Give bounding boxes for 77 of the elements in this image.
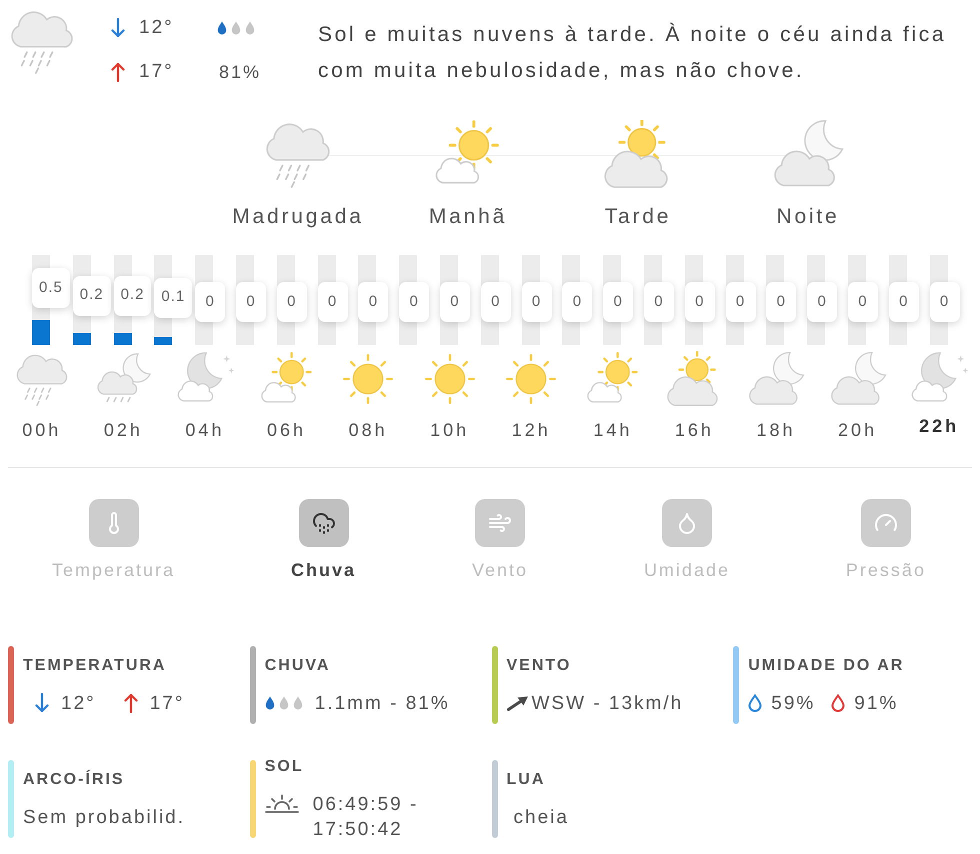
value-tooltip: 0 xyxy=(276,282,307,322)
max-humidity: 91% xyxy=(854,692,898,716)
tab[interactable]: Temperatura xyxy=(52,499,176,582)
moon-phase: cheia xyxy=(512,806,569,830)
value-tooltip: 0 xyxy=(930,282,960,322)
forecast-description: Sol e muitas nuvens à tarde. À noite o céu ainda fica com muita nebulosidade, mas não chove. xyxy=(318,22,948,84)
value-tooltip: 0.5 xyxy=(32,268,70,308)
value-tooltip: 0 xyxy=(195,282,226,322)
hour-label: 00h xyxy=(22,419,62,441)
detail-title: SOL xyxy=(264,757,305,777)
hour-label: 02h xyxy=(104,419,143,441)
detail-title: VENTO xyxy=(506,656,572,676)
value-tooltip: 0 xyxy=(480,282,511,322)
value-tooltip: 0 xyxy=(726,282,756,322)
value-tooltip: 0 xyxy=(358,282,388,322)
arrow-down-icon xyxy=(35,693,49,713)
value-tooltip: 0.2 xyxy=(72,276,111,316)
value-tooltip: 0 xyxy=(644,282,674,322)
min-temperature: 12° xyxy=(139,16,174,40)
arrow-up-icon xyxy=(124,693,138,713)
gauge-icon xyxy=(860,499,911,547)
tab[interactable]: Pressão xyxy=(846,499,926,582)
value-tooltip: 0 xyxy=(684,282,715,322)
tab[interactable]: Chuva xyxy=(291,499,356,582)
value-tooltip: 0 xyxy=(766,282,796,322)
hour-label: 16h xyxy=(674,419,714,441)
period-label: Manhã xyxy=(428,204,508,230)
value-tooltip: 0.2 xyxy=(114,276,152,316)
min-humidity: 59% xyxy=(771,692,816,716)
value-tooltip: 0 xyxy=(848,282,878,322)
value-tooltip: 0 xyxy=(522,282,552,322)
detail-title: CHUVA xyxy=(264,656,332,676)
detail-title: TEMPERATURA xyxy=(23,656,168,676)
period-label: Madrugada xyxy=(232,204,364,230)
value-tooltip: 0 xyxy=(399,282,430,322)
tab[interactable]: Umidade xyxy=(644,499,730,582)
thermometer-icon xyxy=(88,499,139,547)
arrow-up-icon xyxy=(111,62,125,82)
hour-label: 12h xyxy=(512,419,551,441)
min-temperature: 12° xyxy=(61,692,96,716)
drop-outline-icon xyxy=(831,694,846,712)
detail-title: LUA xyxy=(506,770,546,790)
arrow-down-icon xyxy=(111,18,125,38)
value-tooltip: 0 xyxy=(807,282,838,322)
detail-value: Sem probabilid. xyxy=(23,806,186,830)
value-tooltip: 0 xyxy=(562,282,592,322)
hour-label: 18h xyxy=(756,419,796,441)
sunrise-icon xyxy=(264,794,299,814)
wind-icon xyxy=(474,499,525,547)
wind-value: WSW - 13km/h xyxy=(532,692,684,716)
value-tooltip: 0 xyxy=(888,282,919,322)
hour-label: 06h xyxy=(267,419,306,441)
value-tooltip: 0 xyxy=(440,282,470,322)
max-temperature: 17° xyxy=(139,60,174,84)
hour-label: 14h xyxy=(593,419,632,441)
value-tooltip: 0 xyxy=(318,282,348,322)
period-label: Tarde xyxy=(604,204,672,230)
hour-label: 20h xyxy=(838,419,878,441)
diagonal-arrow-icon xyxy=(506,695,528,711)
value-tooltip: 0 xyxy=(236,282,266,322)
rain-amount: 1.1mm - 81% xyxy=(314,692,450,716)
drop-icon xyxy=(662,499,712,547)
hour-label: 22h xyxy=(919,415,960,437)
detail-title: UMIDADE DO AR xyxy=(748,656,904,676)
rain-cloud-icon xyxy=(298,499,348,547)
hour-label: 08h xyxy=(348,419,388,441)
drop-outline-icon xyxy=(748,694,762,712)
hour-label: 04h xyxy=(185,419,224,441)
value-tooltip: 0 xyxy=(603,282,634,322)
detail-title: ARCO-ÍRIS xyxy=(23,768,126,790)
max-temperature: 17° xyxy=(150,692,184,716)
period-label: Noite xyxy=(776,204,840,230)
tab[interactable]: Vento xyxy=(472,499,528,582)
value-tooltip: 0.1 xyxy=(154,278,192,318)
hour-label: 10h xyxy=(430,419,470,441)
sunrise-sunset-times: 06:49:59 - 17:50:42 xyxy=(312,793,420,842)
rain-chance: 81% xyxy=(219,60,262,84)
